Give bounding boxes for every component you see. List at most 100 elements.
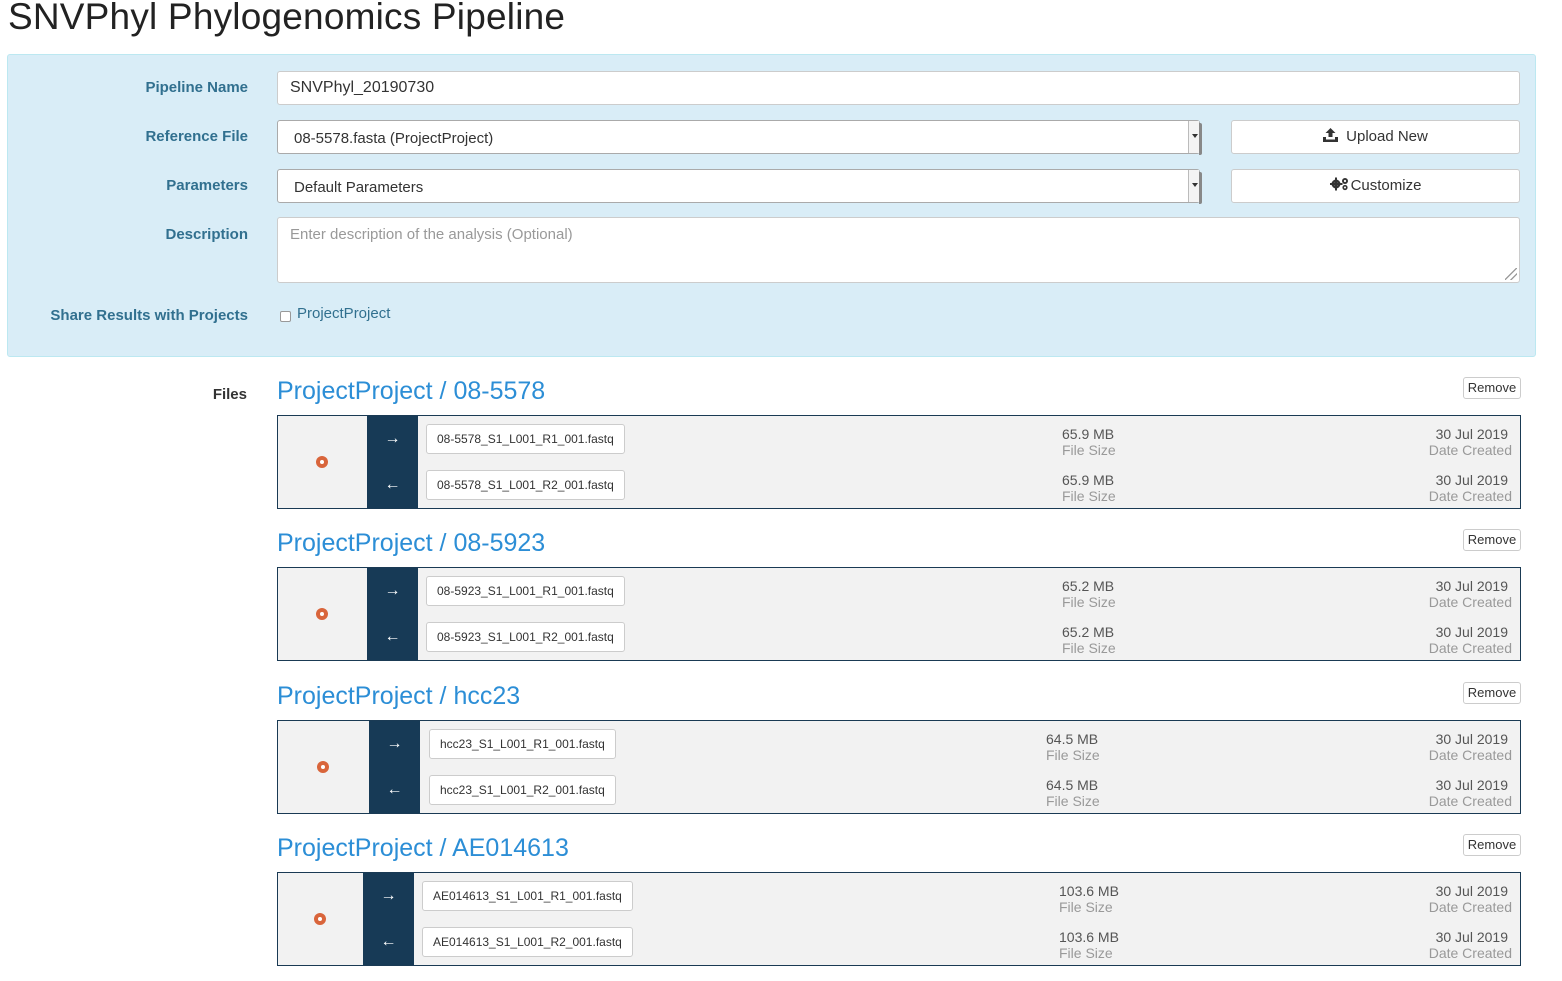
date-created-value: 30 Jul 2019	[1435, 731, 1508, 747]
file-size-label: File Size	[1062, 488, 1116, 504]
description-textarea[interactable]: Enter description of the analysis (Optio…	[277, 217, 1520, 283]
sample-files-box: → ← AE014613_S1_L001_R1_001.fastq 103.6 MB F…	[277, 872, 1521, 966]
arrow-right-icon: →	[384, 430, 401, 447]
share-results-label: Share Results with Projects	[50, 307, 248, 324]
file-size-value: 65.2 MB	[1062, 624, 1115, 640]
sample-select-column	[278, 873, 363, 965]
parameters-label: Parameters	[166, 177, 248, 194]
pair-direction-column: → ←	[367, 416, 418, 508]
pair-direction-column: → ←	[363, 873, 414, 965]
date-created-label: Date Created	[1428, 899, 1512, 915]
date-created-label: Date Created	[1428, 640, 1512, 656]
file-size-value: 65.9 MB	[1062, 426, 1115, 442]
pipeline-name-input[interactable]: SNVPhyl_20190730	[277, 71, 1520, 105]
parameters-value: Default Parameters	[294, 179, 424, 196]
file-size-label: File Size	[1046, 793, 1100, 809]
chevron-down-icon	[1188, 121, 1199, 153]
file-size-label: File Size	[1062, 640, 1116, 656]
remove-sample-button[interactable]: Remove	[1463, 834, 1521, 856]
select-edge	[1199, 172, 1202, 204]
upload-new-label: Upload New	[1346, 128, 1428, 145]
sample-select-column	[278, 721, 369, 813]
file-size-label: File Size	[1059, 899, 1113, 915]
date-created-value: 30 Jul 2019	[1435, 929, 1508, 945]
reference-file-select[interactable]: 08-5578.fasta (ProjectProject)	[277, 120, 1202, 155]
file-name-chip[interactable]: 08-5578_S1_L001_R2_001.fastq	[426, 470, 625, 500]
arrow-left-icon: ←	[384, 628, 401, 645]
arrow-right-icon: →	[380, 887, 397, 904]
file-name-chip[interactable]: hcc23_S1_L001_R1_001.fastq	[429, 729, 616, 759]
reference-file-label: Reference File	[145, 128, 248, 145]
sample-radio-icon[interactable]	[316, 456, 328, 468]
file-size-label: File Size	[1062, 442, 1116, 458]
date-created-value: 30 Jul 2019	[1435, 472, 1508, 488]
date-created-label: Date Created	[1428, 488, 1512, 504]
sample-select-column	[278, 568, 367, 660]
date-created-label: Date Created	[1428, 594, 1512, 610]
date-created-label: Date Created	[1428, 747, 1512, 763]
sample-title[interactable]: ProjectProject / 08-5923	[277, 528, 545, 558]
sample-select-column	[278, 416, 367, 508]
customize-button[interactable]: Customize	[1231, 169, 1520, 203]
chevron-down-icon	[1188, 170, 1199, 202]
file-size-value: 65.2 MB	[1062, 578, 1115, 594]
date-created-value: 30 Jul 2019	[1435, 578, 1508, 594]
arrow-left-icon: ←	[384, 476, 401, 493]
arrow-right-icon: →	[386, 735, 403, 752]
share-project-checkbox[interactable]	[280, 311, 291, 322]
file-name-chip[interactable]: 08-5578_S1_L001_R1_001.fastq	[426, 424, 625, 454]
file-size-label: File Size	[1059, 945, 1113, 961]
sample-files-box: → ← 08-5923_S1_L001_R1_001.fastq 65.2 MB Fil…	[277, 567, 1521, 661]
pair-direction-column: → ←	[367, 568, 418, 660]
reference-file-value: 08-5578.fasta (ProjectProject)	[294, 130, 494, 147]
file-name-chip[interactable]: AE014613_S1_L001_R1_001.fastq	[422, 881, 633, 911]
date-created-label: Date Created	[1428, 945, 1512, 961]
file-size-value: 65.9 MB	[1062, 472, 1115, 488]
parameters-select[interactable]: Default Parameters	[277, 169, 1202, 204]
arrow-right-icon: →	[384, 582, 401, 599]
file-name-chip[interactable]: AE014613_S1_L001_R2_001.fastq	[422, 927, 633, 957]
pair-direction-column: → ←	[369, 721, 420, 813]
arrow-left-icon: ←	[386, 781, 403, 798]
file-size-value: 64.5 MB	[1046, 731, 1099, 747]
sample-files-box: → ← hcc23_S1_L001_R1_001.fastq 64.5 MB File …	[277, 720, 1521, 814]
date-created-value: 30 Jul 2019	[1435, 624, 1508, 640]
pipeline-form-panel: Pipeline Name SNVPhyl_20190730 Reference…	[7, 54, 1536, 357]
file-size-value: 103.6 MB	[1059, 929, 1119, 945]
date-created-label: Date Created	[1428, 793, 1512, 809]
file-name-chip[interactable]: hcc23_S1_L001_R2_001.fastq	[429, 775, 616, 805]
sample-title[interactable]: ProjectProject / hcc23	[277, 681, 520, 711]
sample-title[interactable]: ProjectProject / 08-5578	[277, 376, 545, 406]
resize-grip-icon[interactable]	[1505, 268, 1517, 280]
upload-icon	[1323, 128, 1339, 142]
files-label: Files	[212, 386, 247, 403]
page-title: SNVPhyl Phylogenomics Pipeline	[8, 0, 566, 37]
remove-sample-button[interactable]: Remove	[1463, 377, 1521, 399]
description-label: Description	[165, 226, 248, 243]
date-created-value: 30 Jul 2019	[1435, 426, 1508, 442]
remove-sample-button[interactable]: Remove	[1463, 529, 1521, 551]
file-name-chip[interactable]: 08-5923_S1_L001_R2_001.fastq	[426, 622, 625, 652]
select-edge	[1199, 123, 1202, 155]
file-size-value: 103.6 MB	[1059, 883, 1119, 899]
sample-radio-icon[interactable]	[317, 761, 329, 773]
date-created-label: Date Created	[1428, 442, 1512, 458]
share-project-label[interactable]: ProjectProject	[297, 305, 390, 322]
remove-sample-button[interactable]: Remove	[1463, 682, 1521, 704]
sample-radio-icon[interactable]	[316, 608, 328, 620]
file-size-value: 64.5 MB	[1046, 777, 1099, 793]
file-size-label: File Size	[1046, 747, 1100, 763]
file-size-label: File Size	[1062, 594, 1116, 610]
gears-icon	[1329, 177, 1348, 191]
sample-radio-icon[interactable]	[314, 913, 326, 925]
date-created-value: 30 Jul 2019	[1435, 777, 1508, 793]
date-created-value: 30 Jul 2019	[1435, 883, 1508, 899]
file-name-chip[interactable]: 08-5923_S1_L001_R1_001.fastq	[426, 576, 625, 606]
arrow-left-icon: ←	[380, 933, 397, 950]
sample-files-box: → ← 08-5578_S1_L001_R1_001.fastq 65.9 MB Fil…	[277, 415, 1521, 509]
pipeline-name-label: Pipeline Name	[145, 79, 248, 96]
upload-new-button[interactable]: Upload New	[1231, 120, 1520, 154]
description-placeholder: Enter description of the analysis (Optio…	[290, 226, 573, 243]
customize-label: Customize	[1350, 177, 1422, 194]
sample-title[interactable]: ProjectProject / AE014613	[277, 833, 569, 863]
